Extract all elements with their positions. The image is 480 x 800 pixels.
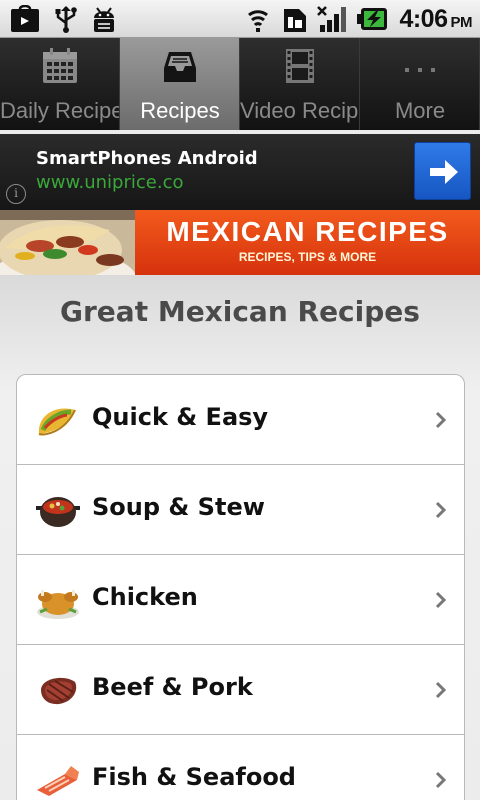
clock: 4:06 PM [399,5,472,33]
category-row-beef-pork[interactable]: Beef & Pork [17,645,464,735]
banner-subtitle: RECIPES, TIPS & MORE [238,250,377,264]
page-title: Great Mexican Recipes [60,295,420,328]
tab-bar: Daily Recipes Recipes Video Recipe More [0,38,480,130]
category-row-fish-seafood[interactable]: Fish & Seafood [17,735,464,800]
tab-label: More [394,98,446,123]
row-label: Fish & Seafood [92,763,296,791]
chevron-right-icon [435,771,447,789]
tab-label: Daily Recipes [0,98,119,123]
chevron-right-icon [435,501,447,519]
fajita-food-image [0,210,135,275]
tab-recipes[interactable]: Recipes [120,38,240,130]
film-icon [286,49,314,83]
ad-go-button[interactable] [414,142,471,200]
tab-label: Video Recipe [240,98,360,123]
inbox-tray-icon [164,52,196,82]
chevron-right-icon [435,681,447,699]
salmon-icon [37,766,79,796]
banner-title: MEXICAN RECIPES [166,216,449,247]
sim-icon [284,9,306,32]
category-row-chicken[interactable]: Chicken [17,555,464,645]
battery-charging-icon [357,8,387,30]
category-list[interactable]: Quick & Easy Soup & Stew Chicken Beef & … [16,374,465,800]
tab-video-recipe[interactable]: Video Recipe [240,38,360,130]
promo-banner[interactable]: MEXICAN RECIPES RECIPES, TIPS & MORE [0,210,480,275]
ad-banner[interactable]: SmartPhones Android www.uniprice.co i [0,134,480,210]
chevron-right-icon [435,591,447,609]
android-debug-icon [94,7,114,32]
arrow-right-icon [430,160,458,184]
ad-url[interactable]: www.uniprice.co [36,172,183,193]
wifi-icon [248,10,268,32]
steak-icon [41,677,77,705]
tab-label: Recipes [140,98,220,123]
row-label: Soup & Stew [92,493,265,521]
row-label: Beef & Pork [92,673,253,701]
status-bar: 4:06 PM [0,0,480,38]
row-label: Quick & Easy [92,403,269,431]
stew-pot-icon [36,497,80,527]
tab-daily-recipes[interactable]: Daily Recipes [0,38,120,130]
taco-icon [38,408,76,436]
calendar-icon [43,48,77,83]
ad-title[interactable]: SmartPhones Android [36,148,258,169]
usb-icon [55,6,77,33]
chevron-right-icon [435,411,447,429]
row-label: Chicken [92,583,198,611]
roast-chicken-icon [37,590,79,619]
more-dots-icon [405,68,435,72]
category-row-soup-stew[interactable]: Soup & Stew [17,465,464,555]
info-icon[interactable]: i [6,184,26,204]
main-content[interactable]: Great Mexican Recipes Quick & Easy Soup … [0,275,480,800]
bag-download-icon [11,5,39,32]
tab-more[interactable]: More [360,38,480,130]
category-row-quick-easy[interactable]: Quick & Easy [17,375,464,465]
signal-icon [317,6,346,32]
